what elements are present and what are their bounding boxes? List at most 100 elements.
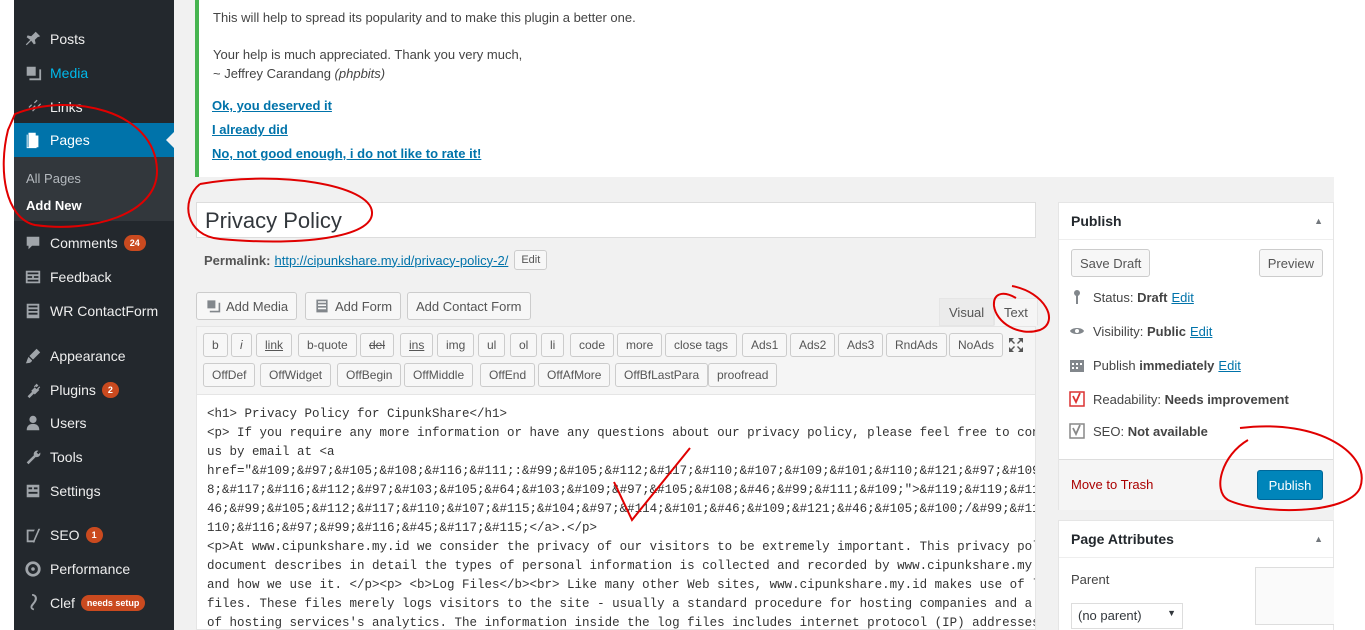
notice-link-already-did[interactable]: I already did <box>212 122 288 137</box>
add-contact-form-button[interactable]: Add Contact Form <box>407 292 531 320</box>
parent-select[interactable]: (no parent) ▼ <box>1071 603 1183 629</box>
sidebar-item-label: Media <box>50 65 89 81</box>
sidebar-item-appearance[interactable]: Appearance <box>14 339 174 373</box>
fullscreen-icon[interactable] <box>1008 337 1024 353</box>
sidebar-item-feedback[interactable]: Feedback <box>14 260 174 294</box>
notice-link-decline[interactable]: No, not good enough, i do not like to ra… <box>212 146 481 161</box>
sidebar-item-media[interactable]: Media <box>14 56 174 90</box>
post-title-input[interactable]: Privacy Policy <box>196 202 1036 238</box>
sidebar-item-label: Posts <box>50 31 86 47</box>
qt-bquote-button[interactable]: b-quote <box>298 333 357 357</box>
qt-ul-button[interactable]: ul <box>478 333 506 357</box>
move-to-trash-link[interactable]: Move to Trash <box>1071 477 1153 492</box>
qt-offbflastpara-button[interactable]: OffBfLastPara <box>615 363 709 387</box>
qt-offend-button[interactable]: OffEnd <box>480 363 536 387</box>
preview-button[interactable]: Preview <box>1258 249 1323 277</box>
submenu-all-pages[interactable]: All Pages <box>26 171 81 186</box>
content-line: and how we use it. </p><p> <b>Log Files<… <box>207 578 1036 592</box>
content-line: 110;&#116;&#97;&#99;&#116;&#45;&#117;&#1… <box>207 521 598 535</box>
publish-button[interactable]: Publish <box>1257 470 1323 500</box>
yoast-icon <box>23 525 43 545</box>
notice-link-deserved[interactable]: Ok, you deserved it <box>212 98 332 113</box>
sidebar-item-plugins[interactable]: Plugins 2 <box>14 373 174 407</box>
link-icon <box>23 97 43 117</box>
readability-row: Readability: Needs improvement <box>1069 391 1289 407</box>
page-attributes-heading[interactable]: Page Attributes ▲ <box>1059 521 1333 558</box>
qt-ads3-button[interactable]: Ads3 <box>838 333 884 357</box>
qt-link-button[interactable]: link <box>256 333 293 357</box>
qt-noads-button[interactable]: NoAds <box>949 333 1004 357</box>
media-icon <box>207 300 221 313</box>
sidebar-item-label: Plugins <box>50 382 96 398</box>
qt-proofread-button[interactable]: proofread <box>708 363 778 387</box>
eye-icon <box>1070 328 1084 334</box>
qt-offbegin-button[interactable]: OffBegin <box>337 363 402 387</box>
sidebar-item-pages[interactable]: Pages <box>14 123 174 157</box>
visibility-edit-link[interactable]: Edit <box>1190 324 1212 339</box>
qt-ins-button[interactable]: ins <box>400 333 434 357</box>
page-icon <box>23 130 43 150</box>
qt-more-button[interactable]: more <box>617 333 663 357</box>
qt-close-tags-button[interactable]: close tags <box>665 333 738 357</box>
permalink-edit-button[interactable]: Edit <box>514 250 548 270</box>
collapse-arrow-icon[interactable]: ▲ <box>1314 521 1323 557</box>
comments-count-badge: 24 <box>123 235 146 251</box>
sidebar-item-label: Pages <box>50 132 90 148</box>
content-line: <h1> Privacy Policy for CipunkShare</h1> <box>207 407 508 421</box>
submenu-add-new[interactable]: Add New <box>26 198 82 213</box>
page-attributes-box: Page Attributes ▲ Parent (no parent) ▼ <box>1058 520 1334 630</box>
qt-rndads-button[interactable]: RndAds <box>886 333 947 357</box>
qt-offafmore-button[interactable]: OffAfMore <box>538 363 611 387</box>
qt-ads2-button[interactable]: Ads2 <box>790 333 836 357</box>
pin-icon <box>23 29 43 49</box>
publish-box-heading[interactable]: Publish ▲ <box>1059 203 1333 240</box>
sidebar-item-comments[interactable]: Comments 24 <box>14 226 174 260</box>
sidebar-item-posts[interactable]: Posts <box>14 22 174 56</box>
content-line: files. These files merely logs visitors … <box>207 597 1036 611</box>
qt-li-button[interactable]: li <box>541 333 565 357</box>
tab-visual[interactable]: Visual <box>939 298 995 326</box>
status-edit-link[interactable]: Edit <box>1171 290 1193 305</box>
collapse-arrow-icon[interactable]: ▲ <box>1314 203 1323 239</box>
qt-i-button[interactable]: i <box>231 333 252 357</box>
add-media-button[interactable]: Add Media <box>196 292 298 320</box>
comment-icon <box>23 233 43 253</box>
sidebar-item-clef[interactable]: Clef needs setup <box>14 586 174 620</box>
sidebar-item-label: Clef <box>50 595 75 611</box>
qt-code-button[interactable]: code <box>570 333 615 357</box>
qt-offwidget-button[interactable]: OffWidget <box>260 363 332 387</box>
sidebar-item-wr-contactform[interactable]: WR ContactForm <box>14 294 174 328</box>
sidebar-item-users[interactable]: Users <box>14 406 174 440</box>
clef-setup-badge: needs setup <box>80 595 146 611</box>
qt-ads1-button[interactable]: Ads1 <box>742 333 788 357</box>
tab-text[interactable]: Text <box>994 298 1038 326</box>
sidebar-item-links[interactable]: Links <box>14 90 174 124</box>
sidebar-item-label: Tools <box>50 449 83 465</box>
content-line: us by email at <a <box>207 445 335 459</box>
permalink-link[interactable]: http://cipunkshare.my.id/privacy-policy-… <box>274 253 508 268</box>
save-draft-button[interactable]: Save Draft <box>1071 249 1151 277</box>
sidebar-item-performance[interactable]: Performance <box>14 552 174 586</box>
content-line: href="&#109;&#97;&#105;&#108;&#116;&#111… <box>207 464 1036 478</box>
add-form-button[interactable]: Add Form <box>305 292 402 320</box>
performance-icon <box>23 559 43 579</box>
content-textarea[interactable]: <h1> Privacy Policy for CipunkShare</h1>… <box>196 394 1036 630</box>
plugins-update-badge: 2 <box>101 382 119 398</box>
qt-del-button[interactable]: del <box>360 333 395 357</box>
sidebar-item-seo[interactable]: SEO 1 <box>14 518 174 552</box>
qt-ol-button[interactable]: ol <box>510 333 538 357</box>
sidebar-item-settings[interactable]: Settings <box>14 474 174 508</box>
notice-signature: ~ Jeffrey Carandang (phpbits) <box>213 66 386 81</box>
sidebar-item-label: Users <box>50 415 87 431</box>
qt-offmiddle-button[interactable]: OffMiddle <box>404 363 474 387</box>
qt-offdef-button[interactable]: OffDef <box>203 363 256 387</box>
permalink-label: Permalink: <box>204 252 271 268</box>
sidebar-item-label: Feedback <box>50 269 112 285</box>
sidebar-item-label: SEO <box>50 527 80 543</box>
qt-img-button[interactable]: img <box>437 333 475 357</box>
qt-b-button[interactable]: b <box>203 333 228 357</box>
schedule-edit-link[interactable]: Edit <box>1218 358 1240 373</box>
permalink-row: Permalink: http://cipunkshare.my.id/priv… <box>204 250 548 270</box>
sidebar-item-tools[interactable]: Tools <box>14 440 174 474</box>
sidebar-item-label: Comments <box>50 235 118 251</box>
